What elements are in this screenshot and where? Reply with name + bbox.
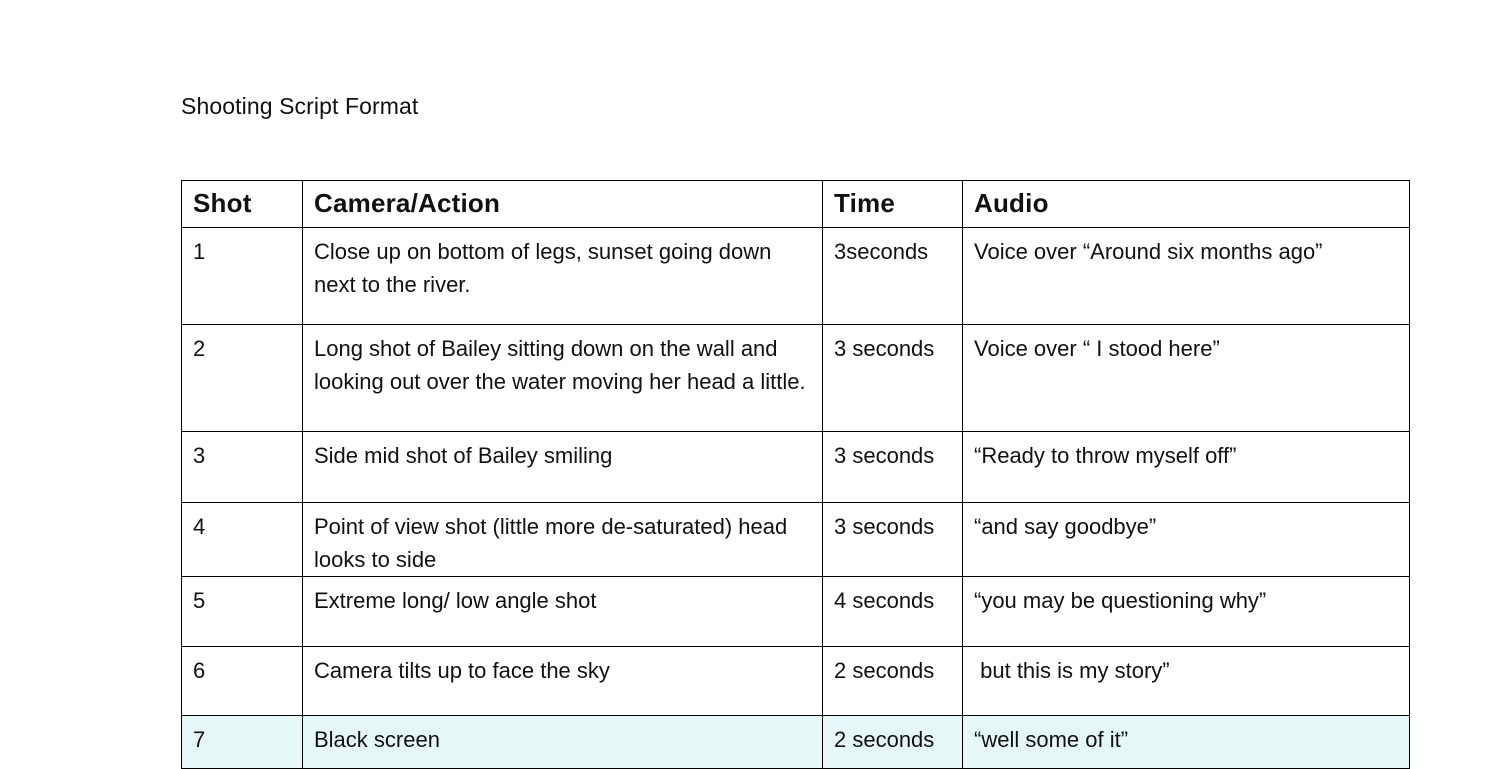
audio-text: “you may be questioning why” bbox=[974, 588, 1267, 613]
cell-audio: “Ready to throw myself off” bbox=[962, 431, 1410, 503]
audio-text: “and say goodbye” bbox=[974, 514, 1157, 539]
time-text: 3 seconds bbox=[834, 443, 935, 468]
time-text: 2 seconds bbox=[834, 658, 935, 683]
shot-number: 7 bbox=[193, 727, 206, 752]
cell-audio: Voice over “ I stood here” bbox=[962, 324, 1410, 432]
camera-action-text: Long shot of Bailey sitting down on the … bbox=[314, 336, 806, 394]
page-title: Shooting Script Format bbox=[181, 93, 419, 119]
table-body: 1 Close up on bottom of legs, sunset goi… bbox=[181, 227, 1410, 769]
cell-time: 3seconds bbox=[822, 227, 963, 325]
audio-text: “Ready to throw myself off” bbox=[974, 443, 1237, 468]
cell-shot: 3 bbox=[181, 431, 303, 503]
document-page: Shooting Script Format Shot Camera/Actio… bbox=[0, 0, 1500, 769]
time-text: 3 seconds bbox=[834, 336, 935, 361]
cell-camera: Close up on bottom of legs, sunset going… bbox=[302, 227, 823, 325]
table-row: 1 Close up on bottom of legs, sunset goi… bbox=[181, 227, 1410, 325]
shot-number: 3 bbox=[193, 443, 206, 468]
table-row: 4 Point of view shot (little more de-sat… bbox=[181, 502, 1410, 577]
column-header-shot: Shot bbox=[181, 180, 303, 228]
column-header-audio: Audio bbox=[962, 180, 1410, 228]
audio-text: “well some of it” bbox=[974, 727, 1129, 752]
time-text: 3seconds bbox=[834, 239, 929, 264]
cell-audio: Voice over “Around six months ago” bbox=[962, 227, 1410, 325]
table-row: 7 Black screen 2 seconds “well some of i… bbox=[181, 715, 1410, 769]
shot-number: 6 bbox=[193, 658, 206, 683]
cell-time: 2 seconds bbox=[822, 715, 963, 769]
cell-camera: Long shot of Bailey sitting down on the … bbox=[302, 324, 823, 432]
audio-text: but this is my story” bbox=[974, 658, 1170, 683]
cell-audio: “and say goodbye” bbox=[962, 502, 1410, 577]
cell-camera: Extreme long/ low angle shot bbox=[302, 576, 823, 647]
cell-shot: 5 bbox=[181, 576, 303, 647]
cell-audio: “you may be questioning why” bbox=[962, 576, 1410, 647]
cell-shot: 6 bbox=[181, 646, 303, 716]
cell-time: 2 seconds bbox=[822, 646, 963, 716]
column-header-time: Time bbox=[822, 180, 963, 228]
cell-shot: 4 bbox=[181, 502, 303, 577]
time-text: 4 seconds bbox=[834, 588, 935, 613]
camera-action-text: Side mid shot of Bailey smiling bbox=[314, 443, 613, 468]
camera-action-text: Close up on bottom of legs, sunset going… bbox=[314, 239, 778, 297]
shot-number: 1 bbox=[193, 239, 206, 264]
table-header: Shot Camera/Action Time Audio bbox=[181, 180, 1410, 228]
column-header-camera: Camera/Action bbox=[302, 180, 823, 228]
cell-audio: “well some of it” bbox=[962, 715, 1410, 769]
cell-shot: 2 bbox=[181, 324, 303, 432]
time-text: 3 seconds bbox=[834, 514, 935, 539]
cell-time: 4 seconds bbox=[822, 576, 963, 647]
table-row: 6 Camera tilts up to face the sky 2 seco… bbox=[181, 646, 1410, 716]
cell-camera: Black screen bbox=[302, 715, 823, 769]
table-row: 5 Extreme long/ low angle shot 4 seconds… bbox=[181, 576, 1410, 647]
camera-action-text: Extreme long/ low angle shot bbox=[314, 588, 597, 613]
cell-audio: but this is my story” bbox=[962, 646, 1410, 716]
cell-time: 3 seconds bbox=[822, 431, 963, 503]
shot-number: 4 bbox=[193, 514, 206, 539]
cell-shot: 1 bbox=[181, 227, 303, 325]
table-row: 3 Side mid shot of Bailey smiling 3 seco… bbox=[181, 431, 1410, 503]
table-header-row: Shot Camera/Action Time Audio bbox=[181, 180, 1410, 228]
camera-action-text: Camera tilts up to face the sky bbox=[314, 658, 610, 683]
time-text: 2 seconds bbox=[834, 727, 935, 752]
cell-time: 3 seconds bbox=[822, 502, 963, 577]
cell-shot: 7 bbox=[181, 715, 303, 769]
camera-action-text: Black screen bbox=[314, 727, 440, 752]
shot-number: 5 bbox=[193, 588, 206, 613]
audio-text: Voice over “Around six months ago” bbox=[974, 239, 1323, 264]
camera-action-text: Point of view shot (little more de-satur… bbox=[314, 514, 794, 572]
cell-camera: Side mid shot of Bailey smiling bbox=[302, 431, 823, 503]
cell-time: 3 seconds bbox=[822, 324, 963, 432]
shooting-script-table: Shot Camera/Action Time Audio 1 Close up… bbox=[181, 180, 1410, 769]
cell-camera: Point of view shot (little more de-satur… bbox=[302, 502, 823, 577]
cell-camera: Camera tilts up to face the sky bbox=[302, 646, 823, 716]
shot-number: 2 bbox=[193, 336, 206, 361]
table-row: 2 Long shot of Bailey sitting down on th… bbox=[181, 324, 1410, 432]
audio-text: Voice over “ I stood here” bbox=[974, 336, 1220, 361]
